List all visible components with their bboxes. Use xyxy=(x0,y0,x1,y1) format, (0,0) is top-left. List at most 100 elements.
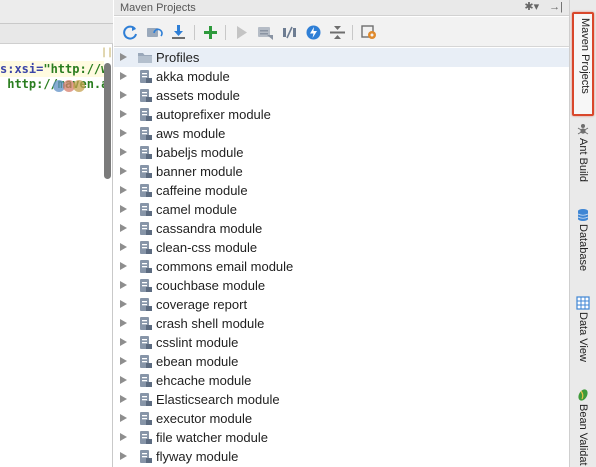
tab-bean-validation[interactable]: Bean Validat xyxy=(572,386,594,467)
tree-item-label: ehcache module xyxy=(156,373,252,388)
tree-item-label: flyway module xyxy=(156,449,239,464)
generate-sources-icon[interactable] xyxy=(146,24,163,41)
module-icon xyxy=(140,89,152,102)
code-line[interactable]: s:xsi="http://ww xyxy=(0,61,104,77)
tree-item-label: autoprefixer module xyxy=(156,107,271,122)
hide-icon[interactable]: →| xyxy=(549,0,563,16)
tab-data-view[interactable]: Data View xyxy=(572,294,594,374)
expand-arrow-icon[interactable] xyxy=(120,414,127,422)
tree-item[interactable]: file watcher module xyxy=(114,428,569,447)
tree-item[interactable]: coverage report xyxy=(114,295,569,314)
expand-arrow-icon[interactable] xyxy=(120,357,127,365)
tab-ant-build[interactable]: Ant Build xyxy=(572,120,594,192)
project-tree[interactable]: Profiles akka module assets module autopref… xyxy=(114,48,569,467)
settings-icon[interactable] xyxy=(361,24,378,41)
expand-arrow-icon[interactable] xyxy=(120,110,127,118)
tree-item[interactable]: couchbase module xyxy=(114,276,569,295)
code-string: http://maven.apa xyxy=(0,77,104,91)
module-icon xyxy=(140,108,152,121)
module-icon xyxy=(140,374,152,387)
tree-item-label: file watcher module xyxy=(156,430,268,445)
tree-item[interactable]: camel module xyxy=(114,200,569,219)
expand-arrow-icon[interactable] xyxy=(120,452,127,460)
expand-arrow-icon[interactable] xyxy=(120,281,127,289)
expand-arrow-icon[interactable] xyxy=(120,338,127,346)
expand-arrow-icon[interactable] xyxy=(120,224,127,232)
gutter-marker: || xyxy=(101,47,114,58)
add-icon[interactable] xyxy=(202,24,219,41)
tree-item[interactable]: executor module xyxy=(114,409,569,428)
browser-icon[interactable] xyxy=(73,80,85,92)
expand-arrow-icon[interactable] xyxy=(120,319,127,327)
tree-item-label: couchbase module xyxy=(156,278,266,293)
tree-item[interactable]: ehcache module xyxy=(114,371,569,390)
code-string: "http://ww xyxy=(43,62,104,76)
tab-label: Ant Build xyxy=(577,138,589,183)
tree-item[interactable]: csslint module xyxy=(114,333,569,352)
expand-arrow-icon[interactable] xyxy=(120,148,127,156)
expand-arrow-icon[interactable] xyxy=(120,72,127,80)
tree-item-profiles[interactable]: Profiles xyxy=(114,48,569,67)
editor-tab-strip xyxy=(0,24,113,44)
module-icon xyxy=(140,222,152,235)
expand-arrow-icon[interactable] xyxy=(120,433,127,441)
tree-item[interactable]: caffeine module xyxy=(114,181,569,200)
maven-toolbar xyxy=(114,17,569,47)
tree-item[interactable]: akka module xyxy=(114,67,569,86)
tree-item-label: Elasticsearch module xyxy=(156,392,280,407)
tree-item-label: Profiles xyxy=(156,50,200,65)
skip-tests-icon[interactable] xyxy=(305,24,322,41)
tree-item[interactable]: flyway module xyxy=(114,447,569,466)
expand-arrow-icon[interactable] xyxy=(120,300,127,308)
expand-arrow-icon[interactable] xyxy=(120,376,127,384)
tab-maven-projects[interactable]: Maven Projects xyxy=(572,12,594,116)
tree-item[interactable]: banner module xyxy=(114,162,569,181)
run-icon[interactable] xyxy=(233,24,250,41)
grid-icon xyxy=(576,296,590,310)
tree-item[interactable]: Elasticsearch module xyxy=(114,390,569,409)
module-icon xyxy=(140,298,152,311)
gear-icon[interactable]: ✱▾ xyxy=(524,0,539,16)
tree-item-label: csslint module xyxy=(156,335,239,350)
tree-item[interactable]: babeljs module xyxy=(114,143,569,162)
tab-database[interactable]: Database xyxy=(572,206,594,282)
tree-item[interactable]: cassandra module xyxy=(114,219,569,238)
expand-arrow-icon[interactable] xyxy=(120,262,127,270)
tree-item[interactable]: assets module xyxy=(114,86,569,105)
module-icon xyxy=(140,70,152,83)
tree-item[interactable]: crash shell module xyxy=(114,314,569,333)
expand-arrow-icon[interactable] xyxy=(120,395,127,403)
tab-label: Database xyxy=(577,224,589,272)
tree-item-label: ebean module xyxy=(156,354,239,369)
reimport-icon[interactable] xyxy=(122,24,139,41)
expand-arrow-icon[interactable] xyxy=(120,91,127,99)
editor-scrollbar[interactable] xyxy=(104,63,111,179)
expand-arrow-icon[interactable] xyxy=(120,53,127,61)
tree-item[interactable]: ebean module xyxy=(114,352,569,371)
ant-icon xyxy=(577,124,589,135)
code-editor[interactable]: || s:xsi="http://ww http://maven.apa xyxy=(0,0,113,467)
module-icon xyxy=(140,279,152,292)
module-icon xyxy=(140,241,152,254)
module-icon xyxy=(140,203,152,216)
tree-item[interactable]: aws module xyxy=(114,124,569,143)
expand-arrow-icon[interactable] xyxy=(120,186,127,194)
module-icon xyxy=(140,450,152,463)
bean-icon xyxy=(578,389,588,401)
download-icon[interactable] xyxy=(170,24,187,41)
toggle-offline-icon[interactable] xyxy=(281,24,298,41)
tree-item[interactable]: clean-css module xyxy=(114,238,569,257)
expand-arrow-icon[interactable] xyxy=(120,167,127,175)
expand-arrow-icon[interactable] xyxy=(120,243,127,251)
expand-arrow-icon[interactable] xyxy=(120,129,127,137)
code-line[interactable]: http://maven.apa xyxy=(0,76,104,92)
tree-item[interactable]: commons email module xyxy=(114,257,569,276)
tool-window-strip: Maven Projects Ant Build Database Data V… xyxy=(569,0,596,467)
expand-arrow-icon[interactable] xyxy=(120,205,127,213)
tree-item-label: babeljs module xyxy=(156,145,244,160)
tree-item-label: banner module xyxy=(156,164,243,179)
module-icon xyxy=(140,393,152,406)
tree-item[interactable]: autoprefixer module xyxy=(114,105,569,124)
execute-goal-icon[interactable] xyxy=(257,24,274,41)
collapse-all-icon[interactable] xyxy=(329,24,346,41)
